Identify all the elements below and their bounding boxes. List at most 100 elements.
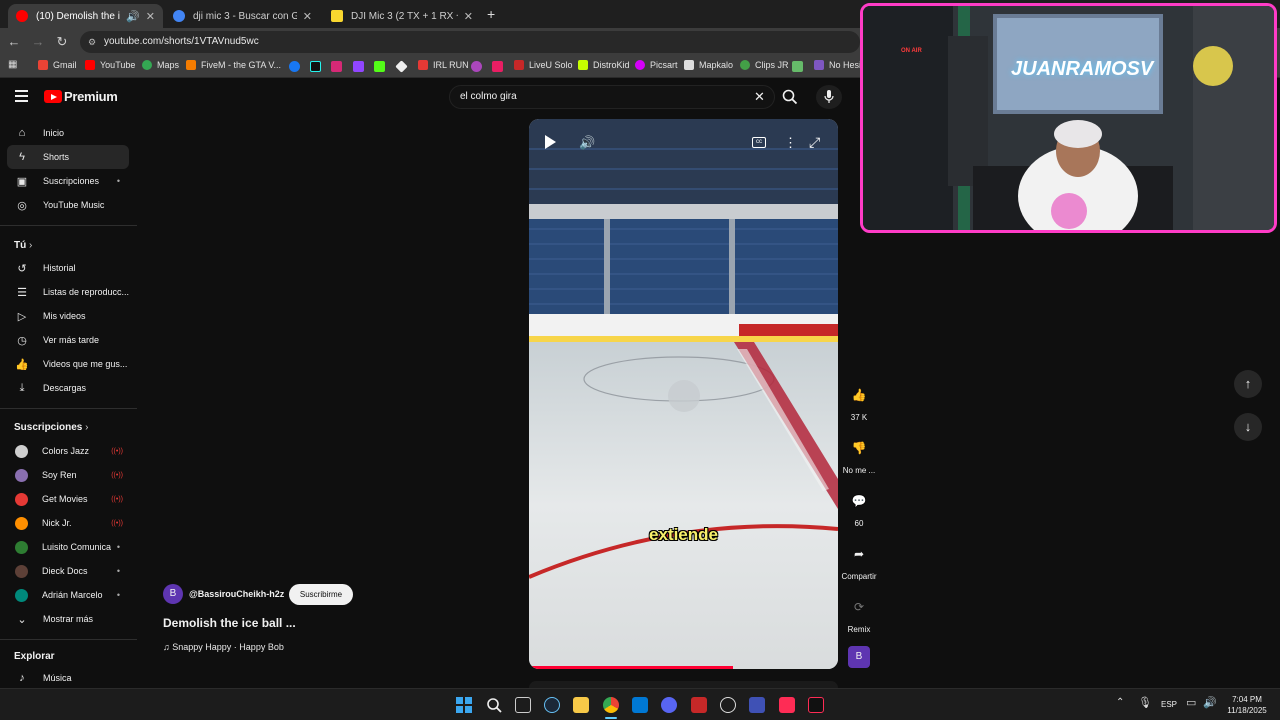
like-button[interactable]: 👍 37 K	[840, 382, 878, 422]
apps-grid-icon[interactable]: ▦	[8, 59, 19, 70]
sub-get-movies[interactable]: Get Movies ((•))	[7, 487, 129, 511]
bookmark-gmail[interactable]: Gmail	[38, 60, 77, 70]
short-title[interactable]: Demolish the ice ball ...	[163, 616, 296, 630]
short-video-player[interactable]: 🔊 cc ⋮ ⤢ extiende	[529, 119, 838, 669]
store-icon[interactable]	[632, 697, 648, 713]
sidebar-item-downloads[interactable]: ⤓ Descargas	[7, 376, 129, 400]
sidebar-item-musica[interactable]: ♪ Música	[7, 666, 129, 690]
sound-link[interactable]: ♫ Snappy Happy · Happy Bob	[163, 642, 284, 652]
bookmark-no-hesi[interactable]: No Hesi	[814, 60, 861, 70]
tiktok-icon[interactable]	[310, 61, 321, 72]
close-tab-icon[interactable]: ✕	[303, 10, 312, 23]
channel-name[interactable]: @BassirouCheikh-h2z	[189, 589, 284, 599]
tiktok-studio-icon[interactable]	[808, 697, 824, 713]
reload-icon[interactable]: ↻	[54, 34, 70, 50]
clock[interactable]: 7:04 PM 11/18/2025	[1222, 694, 1272, 716]
channel-avatar[interactable]: B	[163, 584, 183, 604]
bookmark-distrokid[interactable]: DistroKid	[578, 60, 630, 70]
youtube-premium-logo[interactable]: Premium	[44, 89, 118, 104]
bookmark-fivem[interactable]: FiveM - the GTA V...	[186, 60, 281, 70]
captions-icon[interactable]: cc	[752, 137, 766, 148]
tab-dji[interactable]: DJI Mic 3 (2 TX + 1 RX + Charg ✕	[323, 4, 481, 28]
fullscreen-icon[interactable]: ⤢	[809, 134, 820, 151]
close-tab-icon[interactable]: ✕	[146, 10, 155, 23]
search-icon[interactable]	[782, 89, 798, 105]
you-heading[interactable]: Tú ›	[14, 240, 32, 251]
comments-button[interactable]: 💬 60	[840, 488, 878, 528]
tab-youtube[interactable]: (10) Demolish the ice ball f 🔊 ✕	[8, 4, 163, 28]
app-badge-icon[interactable]	[749, 697, 765, 713]
sidebar-item-shorts[interactable]: ϟ Shorts	[7, 145, 129, 169]
share-button[interactable]: ➦ Compartir	[840, 541, 878, 581]
streaming-app-icon[interactable]	[691, 697, 707, 713]
bookmark-irl-run[interactable]: IRL RUN	[418, 60, 469, 70]
sub-nick-jr[interactable]: Nick Jr. ((•))	[7, 511, 129, 535]
tiktok-live-icon[interactable]	[779, 697, 795, 713]
microphone-icon[interactable]: 🎙	[1138, 696, 1152, 709]
volume-tray-icon[interactable]: 🔊	[1203, 696, 1217, 709]
taskbar-search-icon[interactable]	[486, 697, 502, 713]
address-bar[interactable]: ⚙ youtube.com/shorts/1VTAVnud5wc	[80, 31, 860, 53]
sub-dieck-docs[interactable]: Dieck Docs •	[7, 559, 129, 583]
steam-icon[interactable]	[544, 697, 560, 713]
search-input[interactable]: el colmo gira	[449, 85, 775, 109]
sidebar-item-watch-later[interactable]: ◷ Ver más tarde	[7, 328, 129, 352]
next-short-button[interactable]: ↓	[1234, 413, 1262, 441]
sidebar-item-playlists[interactable]: ☰ Listas de reproducc...	[7, 280, 129, 304]
obs-icon[interactable]	[720, 697, 736, 713]
dislike-button[interactable]: 👎 No me ...	[840, 435, 878, 475]
shield-icon[interactable]	[492, 61, 503, 72]
sub-soy-ren[interactable]: Soy Ren ((•))	[7, 463, 129, 487]
channel-badge[interactable]: B	[848, 646, 870, 668]
bookmark-maps[interactable]: Maps	[142, 60, 179, 70]
stream-icon[interactable]	[471, 61, 482, 72]
volume-icon[interactable]: 🔊	[579, 135, 595, 151]
forward-icon[interactable]: →	[30, 34, 46, 50]
sidebar-item-suscripciones[interactable]: ▣ Suscripciones •	[7, 169, 129, 193]
sidebar-item-inicio[interactable]: ⌂ Inicio	[7, 121, 129, 145]
file-explorer-icon[interactable]	[573, 697, 589, 713]
subscribe-button[interactable]: Suscribirme	[289, 584, 353, 605]
kick-icon[interactable]	[374, 61, 385, 72]
bookmark-clips-jr[interactable]: Clips JR	[740, 60, 789, 70]
subscriptions-heading[interactable]: Suscripciones ›	[14, 422, 88, 433]
video-progress-bar[interactable]	[529, 666, 733, 669]
sidebar-item-youtube-music[interactable]: ◎ YouTube Music	[7, 193, 129, 217]
previous-short-button[interactable]: ↑	[1234, 370, 1262, 398]
show-more-button[interactable]: ⌄ Mostrar más	[7, 607, 129, 631]
bookmark-picsart[interactable]: Picsart	[635, 60, 678, 70]
twitch-icon[interactable]	[353, 61, 364, 72]
sidebar-item-historial[interactable]: ↺ Historial	[7, 256, 129, 280]
site-info-icon[interactable]: ⚙	[88, 31, 96, 53]
bookmark-liveu[interactable]: LiveU Solo	[514, 60, 573, 70]
speaker-icon[interactable]: 🔊	[126, 10, 140, 23]
more-options-icon[interactable]: ⋮	[784, 135, 797, 151]
voice-search-icon[interactable]	[816, 85, 842, 109]
diamond-icon[interactable]	[395, 60, 408, 73]
sidebar-item-my-videos[interactable]: ▷ Mis videos	[7, 304, 129, 328]
start-icon[interactable]	[456, 697, 472, 713]
menu-icon[interactable]	[15, 90, 28, 102]
close-tab-icon[interactable]: ✕	[464, 10, 473, 23]
tray-overflow-icon[interactable]: ⌃	[1116, 697, 1124, 708]
remix-button[interactable]: ⟳ Remix	[840, 594, 878, 634]
play-icon[interactable]	[545, 135, 556, 149]
task-view-icon[interactable]	[515, 697, 531, 713]
clear-search-icon[interactable]: ✕	[754, 89, 765, 105]
tab-google[interactable]: dji mic 3 - Buscar con Google ✕	[165, 4, 320, 28]
new-tab-button[interactable]: +	[487, 6, 495, 22]
sub-adrian-marcelo[interactable]: Adrián Marcelo •	[7, 583, 129, 607]
sub-luisito-comunica[interactable]: Luisito Comunica •	[7, 535, 129, 559]
instagram-icon[interactable]	[331, 61, 342, 72]
discord-icon[interactable]	[661, 697, 677, 713]
bookmark-youtube[interactable]: YouTube	[85, 60, 135, 70]
facebook-icon[interactable]	[289, 61, 300, 72]
network-icon[interactable]: ▭	[1186, 696, 1196, 709]
bookmark-mapkalo[interactable]: Mapkalo	[684, 60, 733, 70]
app-icon[interactable]	[792, 61, 803, 72]
language-indicator[interactable]: ESP	[1161, 700, 1177, 709]
back-icon[interactable]: ←	[6, 34, 22, 50]
sub-colors-jazz[interactable]: Colors Jazz ((•))	[7, 439, 129, 463]
chrome-icon[interactable]	[603, 697, 619, 713]
sidebar-item-liked[interactable]: 👍 Videos que me gus...	[7, 352, 129, 376]
